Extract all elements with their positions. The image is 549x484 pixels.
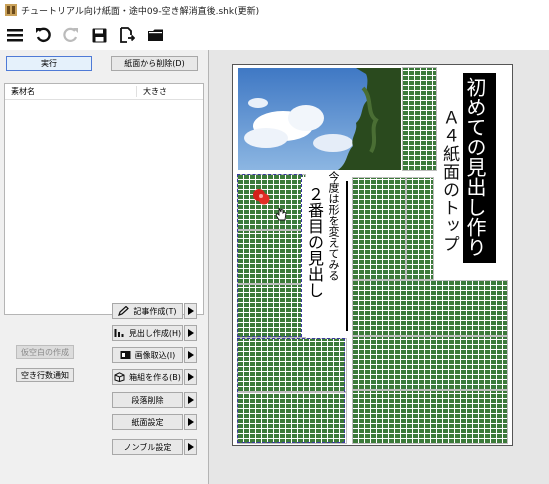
article-block[interactable] [352,390,508,444]
box-icon [114,372,125,382]
toolbar [0,20,210,50]
import-image-arrow[interactable] [184,347,197,363]
image-icon [120,351,131,359]
title-bar: チュートリアル向け紙面・途中09-空き解消直後.shk(更新) [0,0,549,20]
pencil-icon [118,306,130,316]
delete-paragraph-arrow[interactable] [184,392,197,408]
delete-paragraph-button[interactable]: 段落削除 [112,392,183,408]
material-list-header: 素材名 大きさ [5,84,203,100]
remove-from-page-button[interactable]: 紙面から削除(D) [111,56,198,71]
left-panel: 実行 紙面から削除(D) 素材名 大きさ 仮空白の作成 空き行数通知 記事作成(… [0,50,208,484]
redo-icon[interactable] [60,24,82,46]
article-block[interactable] [352,336,508,390]
newspaper-page[interactable]: 初めての見出し作り Ａ４紙面のトップ ２番目の見出し 今度は形を変えてみる [232,64,513,446]
bar-chart-icon [114,329,124,337]
material-list[interactable]: 素材名 大きさ [4,83,204,315]
vertical-rule [346,181,348,331]
column-header-name[interactable]: 素材名 [5,86,137,97]
nombre-setting-button[interactable]: ノンブル設定 [112,439,183,455]
fill-blank-button[interactable]: 仮空白の作成 [16,345,74,359]
import-image-button[interactable]: 画像取込(I) [112,347,183,363]
column-header-size[interactable]: 大きさ [137,86,167,97]
layout-canvas[interactable]: 初めての見出し作り Ａ４紙面のトップ ２番目の見出し 今度は形を変えてみる [208,50,549,484]
second-subheadline[interactable]: 今度は形を変えてみる [327,171,340,281]
selection-frame[interactable] [237,338,345,443]
article-block[interactable] [352,280,508,336]
create-article-arrow[interactable] [184,303,197,319]
article-block[interactable] [352,177,406,280]
menu-icon[interactable] [4,24,26,46]
sky-photo[interactable] [238,68,401,170]
window-title: チュートリアル向け紙面・途中09-空き解消直後.shk(更新) [21,6,260,17]
create-article-label: 記事作成(T) [133,306,177,316]
page-setting-button[interactable]: 紙面設定 [112,414,183,430]
notify-blank-lines-button[interactable]: 空き行数通知 [16,368,74,382]
run-button[interactable]: 実行 [6,56,92,71]
article-block[interactable] [406,177,434,280]
selection-frame[interactable] [237,174,302,337]
main-subheadline[interactable]: Ａ４紙面のトップ [439,109,459,253]
make-box-label: 箱組を作る(B) [129,372,181,382]
import-image-label: 画像取込(I) [134,350,176,360]
undo-icon[interactable] [32,24,54,46]
app-icon [5,4,17,16]
make-box-arrow[interactable] [184,369,197,385]
create-headline-label: 見出し作成(H) [128,328,182,338]
nombre-setting-arrow[interactable] [184,439,197,455]
save-icon[interactable] [88,24,110,46]
page-setting-arrow[interactable] [184,414,197,430]
create-headline-button[interactable]: 見出し作成(H) [112,325,183,341]
second-headline[interactable]: ２番目の見出し [305,186,324,298]
main-headline[interactable]: 初めての見出し作り [463,77,487,257]
export-icon[interactable] [116,24,138,46]
make-box-button[interactable]: 箱組を作る(B) [112,369,183,385]
article-block[interactable] [402,67,437,171]
folder-icon[interactable] [144,24,166,46]
create-article-button[interactable]: 記事作成(T) [112,303,183,319]
create-headline-arrow[interactable] [184,325,197,341]
